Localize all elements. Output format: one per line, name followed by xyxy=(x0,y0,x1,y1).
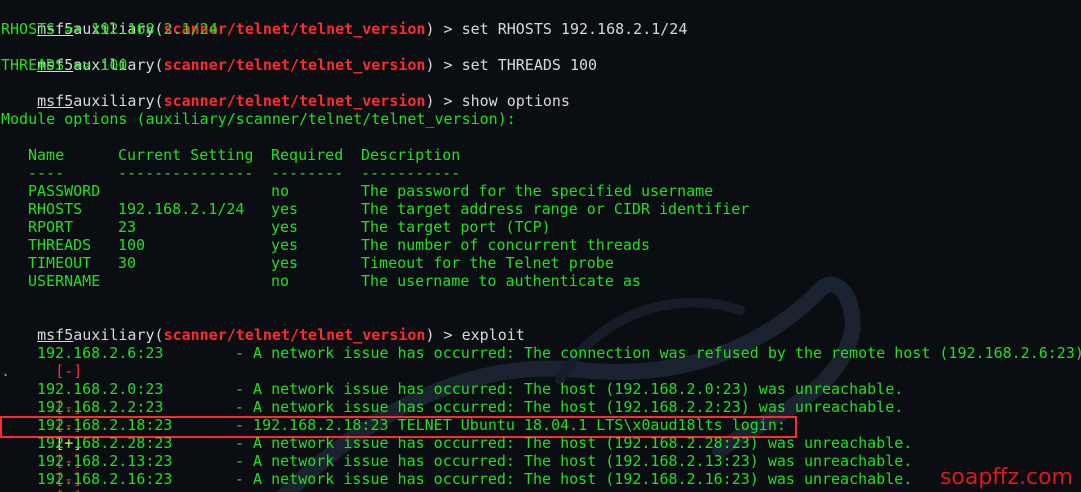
option-required: yes xyxy=(271,236,299,254)
result-host: 192.168.2.13:23 xyxy=(37,452,173,470)
result-message: - A network issue has occurred: The host… xyxy=(235,434,913,452)
table-header-setting: Current Setting xyxy=(118,146,254,164)
result-host: 192.168.2.0:23 xyxy=(37,380,164,398)
prompt-suffix: ) > xyxy=(425,56,462,74)
table-header-name: Name xyxy=(28,146,65,164)
option-description: The number of concurrent threads xyxy=(361,236,650,254)
msf-prompt: msf5 xyxy=(37,326,74,344)
option-required: yes xyxy=(271,254,299,272)
result-host: 192.168.2.16:23 xyxy=(37,470,173,488)
table-separator: ---- xyxy=(28,164,65,182)
table-separator: --------------- xyxy=(118,164,254,182)
option-name: PASSWORD xyxy=(28,182,101,200)
site-watermark: soapffz.com xyxy=(939,465,1073,490)
prompt-suffix: ) > xyxy=(425,20,462,38)
result-message: - A network issue has occurred: The host… xyxy=(235,398,904,416)
output-rhosts: RHOSTS => 192.168.2.1/24 xyxy=(1,20,218,38)
option-description: Timeout for the Telnet probe xyxy=(361,254,614,272)
command-line-set-rhosts: msf5auxiliary(scanner/telnet/telnet_vers… xyxy=(1,2,687,38)
command-text: set THREADS 100 xyxy=(461,56,598,74)
result-host: 192.168.2.6:23 xyxy=(37,344,164,362)
command-line-show-options: msf5auxiliary(scanner/telnet/telnet_vers… xyxy=(1,74,570,110)
result-host: 192.168.2.2:23 xyxy=(37,398,164,416)
table-separator: -------- xyxy=(271,164,344,182)
error-tag: [-] xyxy=(55,362,83,380)
option-required: no xyxy=(271,272,290,290)
option-description: The username to authenticate as xyxy=(361,272,641,290)
command-text: show options xyxy=(461,92,570,110)
command-line-set-threads: msf5auxiliary(scanner/telnet/telnet_vers… xyxy=(1,38,597,74)
option-setting: 100 xyxy=(118,236,146,254)
option-name: TIMEOUT xyxy=(28,254,92,272)
option-setting: 23 xyxy=(118,218,137,236)
table-header-description: Description xyxy=(361,146,461,164)
result-message: - A network issue has occurred: The conn… xyxy=(235,344,1081,362)
option-description: The target port (TCP) xyxy=(361,218,551,236)
output-threads: THREADS => 100 xyxy=(1,56,128,74)
option-name: THREADS xyxy=(28,236,92,254)
table-separator: ----------- xyxy=(361,164,461,182)
result-host: 192.168.2.28:23 xyxy=(37,434,173,452)
result-continuation: . xyxy=(1,362,11,380)
option-required: yes xyxy=(271,218,299,236)
table-header-required: Required xyxy=(271,146,344,164)
result-message: - A network issue has occurred: The host… xyxy=(235,452,913,470)
option-required: yes xyxy=(271,200,299,218)
module-options-header: Module options (auxiliary/scanner/telnet… xyxy=(1,110,516,128)
prompt-suffix: ) > xyxy=(425,92,462,110)
option-setting: 192.168.2.1/24 xyxy=(118,200,245,218)
option-required: no xyxy=(271,182,290,200)
option-setting: 30 xyxy=(118,254,137,272)
prompt-prefix: auxiliary( xyxy=(73,326,164,344)
module-path: scanner/telnet/telnet_version xyxy=(163,326,426,344)
module-path: scanner/telnet/telnet_version xyxy=(163,92,426,110)
error-tag: [-] xyxy=(55,488,82,492)
prompt-prefix: auxiliary( xyxy=(73,92,164,110)
command-text: set RHOSTS 192.168.2.1/24 xyxy=(461,20,688,38)
option-name: USERNAME xyxy=(28,272,101,290)
prompt-suffix: ) > xyxy=(425,326,462,344)
option-description: The password for the specified username xyxy=(361,182,714,200)
command-text: exploit xyxy=(461,326,525,344)
msf-prompt: msf5 xyxy=(37,92,74,110)
option-description: The target address range or CIDR identif… xyxy=(361,200,750,218)
terminal-window[interactable]: msf5auxiliary(scanner/telnet/telnet_vers… xyxy=(0,0,1081,492)
result-message: - A network issue has occurred: The host… xyxy=(235,380,904,398)
command-line-exploit: msf5auxiliary(scanner/telnet/telnet_vers… xyxy=(1,308,525,344)
option-name: RPORT xyxy=(28,218,74,236)
module-path: scanner/telnet/telnet_version xyxy=(163,56,426,74)
option-name: RHOSTS xyxy=(28,200,83,218)
result-message: - A network issue has occurred: The host… xyxy=(235,470,913,488)
